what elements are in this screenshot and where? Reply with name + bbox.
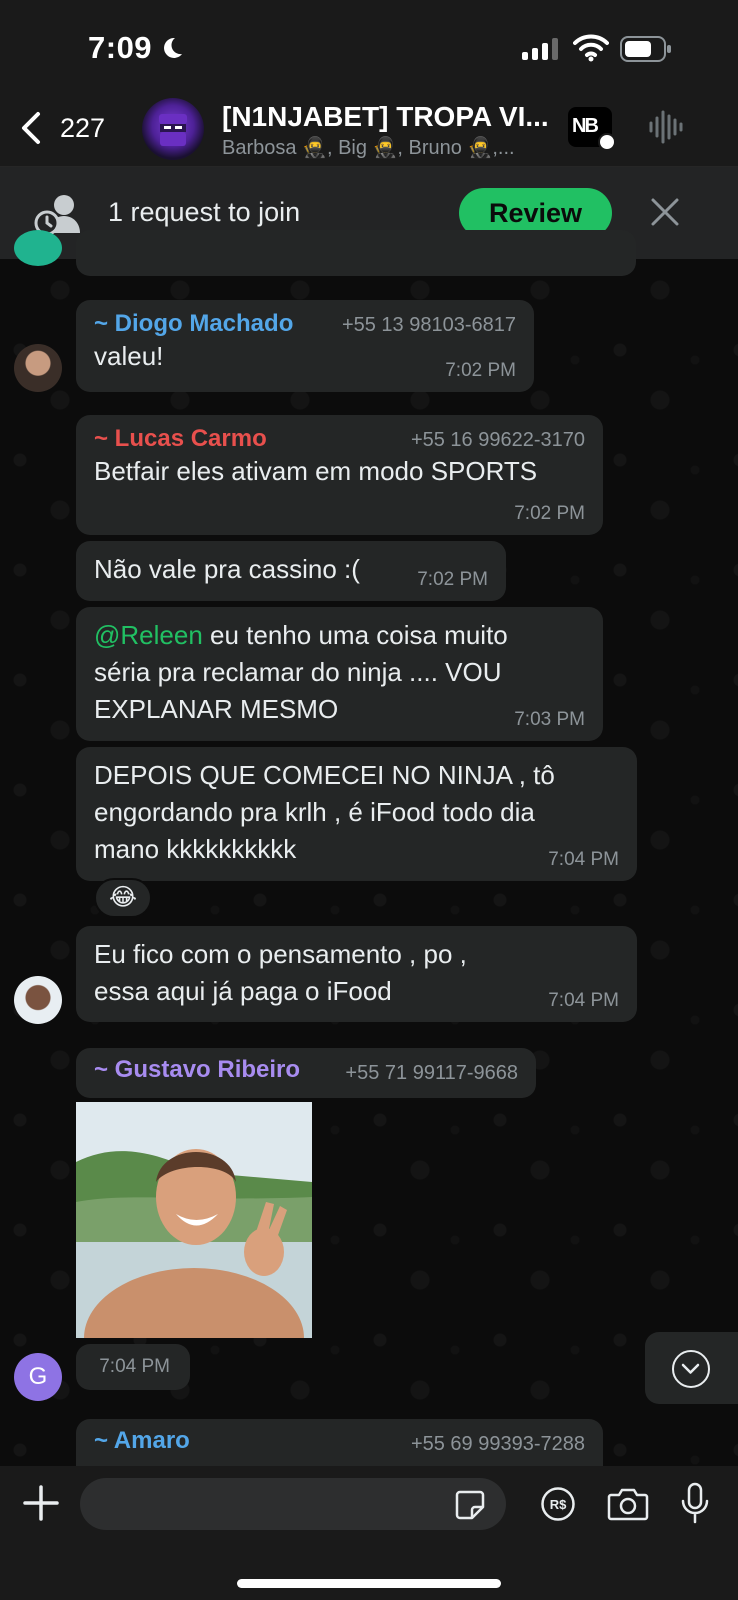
message-input-bar: R$: [0, 1466, 738, 1600]
avatar[interactable]: G: [14, 1353, 62, 1401]
wifi-icon: [573, 34, 609, 62]
message-input[interactable]: [80, 1478, 506, 1530]
message-time: 7:02 PM: [514, 503, 585, 524]
ninjabet-logo-icon[interactable]: NB: [568, 107, 616, 151]
message-text: @Releen eu tenho uma coisa muito séria p…: [94, 620, 508, 724]
mention-link[interactable]: @Releen: [94, 620, 203, 650]
microphone-icon[interactable]: [680, 1482, 710, 1524]
sender-phone: +55 16 99622-3170: [410, 429, 585, 451]
join-request-text: 1 request to join: [108, 197, 301, 227]
avatar[interactable]: [14, 976, 62, 1024]
status-time: 7:09: [88, 30, 153, 65]
sender-phone: +55 71 99117-9668: [345, 1062, 518, 1084]
avatar[interactable]: [14, 230, 62, 266]
message-time: 7:04 PM: [548, 849, 619, 870]
chevron-down-icon: [672, 1350, 710, 1388]
message-text: DEPOIS QUE COMECEI NO NINJA , tô engorda…: [94, 760, 555, 864]
moon-icon: [164, 37, 182, 58]
svg-text:R$: R$: [550, 1497, 567, 1512]
avatar[interactable]: [14, 344, 62, 392]
chat-header: 227 [N1NJABET] TROPA VI... Barbosa 🥷, Bi…: [0, 95, 738, 167]
close-icon[interactable]: [650, 197, 680, 227]
message-bubble[interactable]: Não vale pra cassino :( 7:02 PM: [76, 541, 506, 601]
message-text: Betfair eles ativam em modo SPORTS: [94, 456, 538, 486]
message-bubble[interactable]: ~ Gustavo Ribeiro +55 71 99117-9668: [76, 1048, 536, 1098]
sender-phone: +55 13 98103-6817: [341, 314, 516, 336]
emoji-reaction[interactable]: 😂: [94, 878, 152, 918]
camera-icon[interactable]: [607, 1486, 649, 1522]
cellular-signal-icon: [522, 38, 558, 60]
ninja-icon: [159, 114, 187, 146]
group-avatar[interactable]: [142, 98, 204, 160]
group-title[interactable]: [N1NJABET] TROPA VI...: [222, 101, 549, 133]
message-time: 7:04 PM: [548, 990, 619, 1011]
message-time: 7:02 PM: [417, 569, 488, 590]
message-time-bubble: 7:04 PM: [76, 1344, 190, 1390]
message-time: 7:02 PM: [445, 360, 516, 381]
group-members[interactable]: Barbosa 🥷, Big 🥷, Bruno 🥷,...: [222, 135, 515, 160]
message-bubble[interactable]: ~ Amaro +55 69 99393-7288: [76, 1419, 603, 1469]
plus-icon[interactable]: [22, 1484, 60, 1522]
status-bar: 7:09: [0, 0, 738, 95]
battery-icon: [620, 36, 671, 62]
back-chevron-icon[interactable]: [18, 111, 44, 145]
home-indicator: [237, 1579, 501, 1588]
voice-chat-icon[interactable]: [648, 107, 684, 147]
message-text: Eu fico com o pensamento , po , essa aqu…: [94, 939, 467, 1006]
message-bubble-partial[interactable]: [76, 230, 636, 276]
sticker-icon[interactable]: [454, 1489, 486, 1521]
scroll-to-bottom-button[interactable]: [645, 1332, 738, 1404]
sender-phone: +55 69 99393-7288: [410, 1433, 585, 1455]
message-time: 7:03 PM: [514, 709, 585, 730]
message-bubble[interactable]: @Releen eu tenho uma coisa muito séria p…: [76, 607, 603, 741]
message-bubble[interactable]: ~ Lucas Carmo +55 16 99622-3170 Betfair …: [76, 415, 603, 535]
message-bubble[interactable]: DEPOIS QUE COMECEI NO NINJA , tô engorda…: [76, 747, 637, 881]
message-time: 7:04 PM: [99, 1356, 170, 1377]
photo-image: [76, 1102, 312, 1338]
message-bubble[interactable]: Eu fico com o pensamento , po , essa aqu…: [76, 926, 637, 1022]
payment-icon[interactable]: R$: [540, 1486, 576, 1522]
unread-count[interactable]: 227: [60, 113, 105, 144]
message-photo[interactable]: [76, 1102, 312, 1338]
message-bubble[interactable]: ~ Diogo Machado +55 13 98103-6817 valeu!…: [76, 300, 534, 392]
